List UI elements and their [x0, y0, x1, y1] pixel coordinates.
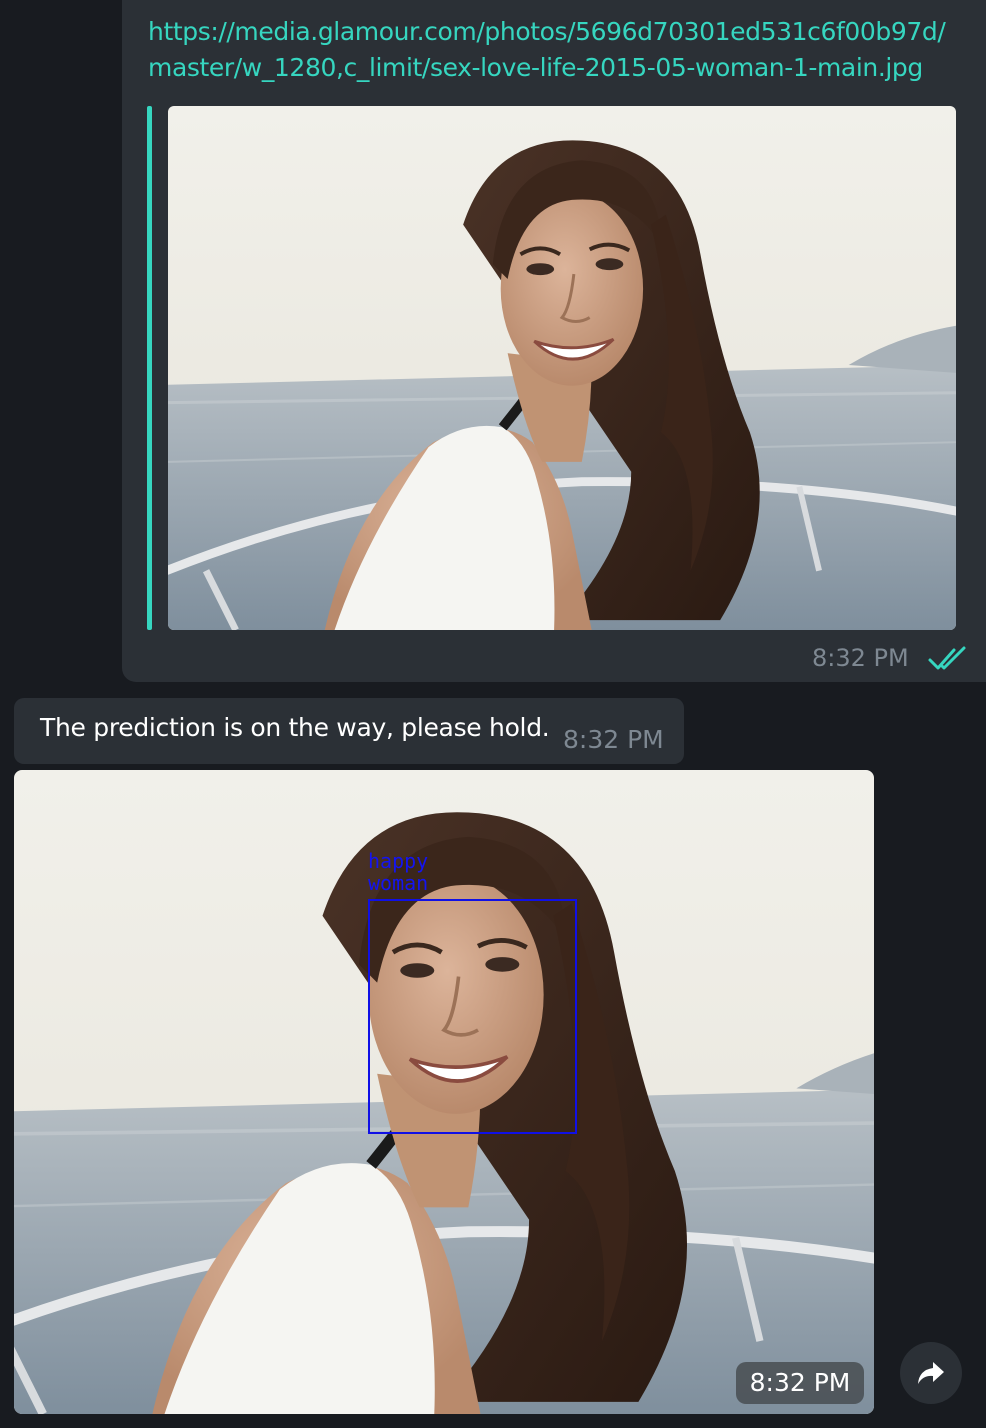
forward-button[interactable] [900, 1342, 962, 1404]
link-preview-accent-bar [147, 106, 152, 630]
message-timestamp: 8:32 PM [563, 725, 664, 754]
prediction-image[interactable]: happy woman 8:32 PM [14, 770, 874, 1414]
prediction-label: happy woman [368, 849, 429, 895]
message-text: The prediction is on the way, please hol… [40, 713, 550, 742]
link-preview-image[interactable] [168, 106, 956, 630]
forward-arrow-icon [918, 1362, 944, 1384]
face-detection-box [368, 899, 577, 1134]
image-timestamp: 8:32 PM [736, 1362, 864, 1404]
message-link[interactable]: https://media.glamour.com/photos/5696d70… [148, 14, 968, 86]
double-check-icon [928, 646, 966, 670]
message-timestamp: 8:32 PM [812, 644, 909, 672]
woman-photo [168, 106, 956, 630]
